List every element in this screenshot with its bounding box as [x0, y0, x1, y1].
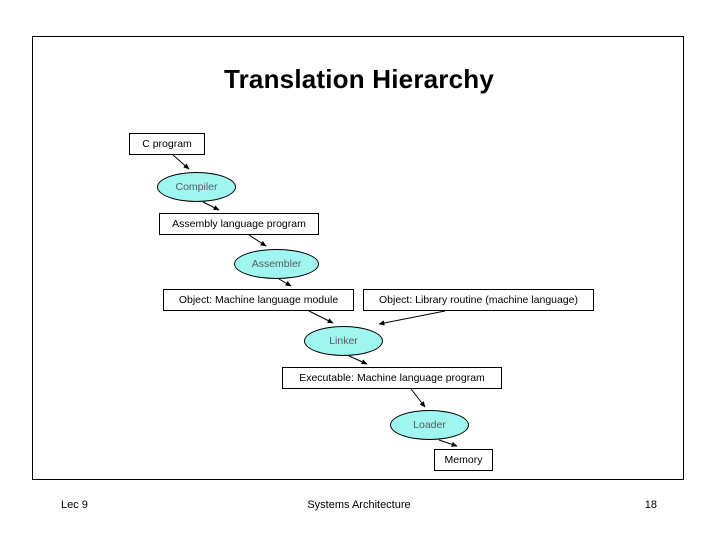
node-assembler-label: Assembler	[251, 258, 302, 270]
node-executable-machine-language-program[interactable]: Executable: Machine language program	[282, 367, 502, 389]
node-object-machine-language-module[interactable]: Object: Machine language module	[163, 289, 354, 311]
node-assembly-language-program[interactable]: Assembly language program	[159, 213, 319, 235]
translation-hierarchy-diagram: C program Compiler Assembly language pro…	[33, 37, 685, 481]
node-compiler[interactable]: Compiler	[157, 172, 236, 202]
arrow-executable-to-loader	[410, 388, 426, 408]
node-c-program[interactable]: C program	[129, 133, 205, 155]
footer-page-number: 18	[644, 499, 657, 511]
node-assembly-language-program-label: Assembly language program	[172, 217, 306, 230]
arrow-library-routine-to-linker	[378, 310, 446, 326]
node-memory[interactable]: Memory	[434, 449, 493, 471]
node-c-program-label: C program	[142, 137, 192, 150]
node-linker[interactable]: Linker	[304, 326, 383, 356]
node-assembler[interactable]: Assembler	[234, 249, 319, 279]
node-object-machine-language-module-label: Object: Machine language module	[178, 293, 339, 306]
arrow-loader-to-memory	[438, 439, 458, 447]
node-memory-label: Memory	[444, 453, 483, 466]
arrow-assembly-to-assembler	[248, 234, 267, 247]
arrow-assembler-to-object-module	[278, 278, 292, 287]
node-object-library-routine-label: Object: Library routine (machine languag…	[378, 293, 579, 306]
node-compiler-label: Compiler	[175, 181, 218, 193]
slide-frame: Translation Hierarchy C program Compiler…	[32, 36, 685, 511]
node-loader[interactable]: Loader	[390, 410, 469, 440]
arrow-object-module-to-linker	[308, 310, 334, 324]
arrow-compiler-to-assembly	[202, 201, 220, 211]
arrow-c-program-to-compiler	[172, 154, 190, 170]
slide-footer: Lec 9 Systems Architecture 18	[33, 499, 685, 519]
arrow-layer	[172, 154, 458, 447]
node-loader-label: Loader	[413, 419, 446, 431]
node-linker-label: Linker	[329, 335, 358, 347]
footer-course-title: Systems Architecture	[307, 499, 411, 511]
node-object-library-routine[interactable]: Object: Library routine (machine languag…	[363, 289, 594, 311]
node-executable-machine-language-program-label: Executable: Machine language program	[299, 371, 485, 384]
arrow-linker-to-executable	[348, 355, 368, 365]
